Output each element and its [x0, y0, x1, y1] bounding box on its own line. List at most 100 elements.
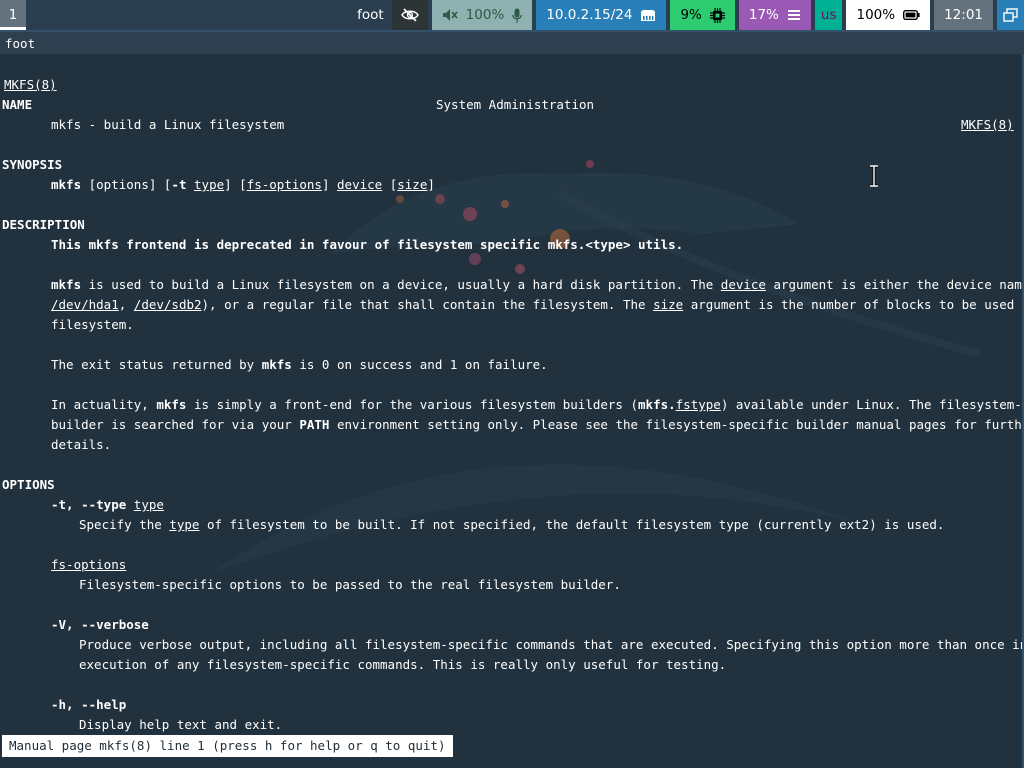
- synopsis-text: ]: [321, 177, 338, 192]
- terminal-area[interactable]: MKFS(8) System Administration MKFS(8) NA…: [0, 54, 1024, 768]
- synopsis-device: device: [337, 177, 383, 192]
- man-header-left: MKFS(8): [4, 77, 57, 92]
- synopsis-text: [: [382, 177, 398, 192]
- device-path: /dev/sdb2: [133, 297, 202, 312]
- ethernet-icon: [640, 9, 656, 22]
- synopsis-size: size: [397, 177, 428, 192]
- description-paragraph-1-line-2: /dev/hda1, /dev/sdb2), or a regular file…: [51, 295, 1022, 315]
- window-switcher-icon: [1003, 8, 1018, 22]
- device-path: /dev/hda1: [51, 297, 119, 312]
- option-arg: type: [133, 497, 164, 512]
- option-help: -h, --help: [51, 697, 127, 712]
- synopsis-t-opt: -t: [171, 177, 187, 192]
- keyboard-layout: us: [820, 7, 837, 23]
- cmd-name: mkfs.: [638, 397, 676, 412]
- window-title-module: foot: [347, 0, 392, 30]
- option-verbose-description-line-1: Produce verbose output, including all fi…: [79, 637, 1024, 652]
- section-heading-name: NAME: [2, 97, 33, 112]
- cmd-name: mkfs: [51, 277, 82, 292]
- clock-time: 12:01: [944, 7, 983, 23]
- synopsis-cmd: mkfs: [51, 177, 82, 192]
- battery-module[interactable]: 100%: [846, 0, 931, 30]
- text: ) available under Linux. The filesystem-…: [720, 397, 1022, 412]
- description-paragraph-2: The exit status returned by mkfs is 0 on…: [51, 355, 548, 375]
- text: ,: [118, 297, 134, 312]
- option-help-description: Display help text and exit.: [79, 717, 283, 732]
- cmd-name: mkfs: [156, 397, 187, 412]
- window-switcher-button[interactable]: [997, 0, 1024, 30]
- fstype-arg: fstype: [675, 397, 721, 412]
- option-arg: type: [169, 517, 200, 532]
- text: environment setting only. Please see the…: [329, 417, 1024, 432]
- man-header-center: System Administration: [436, 97, 595, 112]
- synopsis-type: type: [194, 177, 225, 192]
- man-header-right: MKFS(8): [961, 117, 1014, 132]
- section-heading-description: DESCRIPTION: [2, 217, 85, 232]
- man-header: MKFS(8) System Administration MKFS(8): [2, 55, 1014, 132]
- section-heading-synopsis: SYNOPSIS: [2, 157, 63, 172]
- clock-module[interactable]: 12:01: [934, 0, 993, 30]
- network-module[interactable]: 10.0.2.15/24: [536, 0, 667, 30]
- text: is 0 on success and 1 on failure.: [291, 357, 548, 372]
- memory-usage: 17%: [748, 7, 779, 23]
- speaker-muted-icon: [442, 8, 458, 22]
- description-paragraph-3-line-1: In actuality, mkfs is simply a front-end…: [51, 395, 1022, 415]
- option-type-description: Specify the type of filesystem to be bui…: [79, 515, 944, 535]
- text: argument is the number of blocks to be u…: [690, 297, 1022, 312]
- network-address: 10.0.2.15/24: [546, 7, 633, 23]
- text: Specify the: [79, 517, 170, 532]
- audio-module[interactable]: 100%: [431, 0, 533, 30]
- description-paragraph-1-line-1: mkfs is used to build a Linux filesystem…: [51, 275, 1022, 295]
- text: is used to build a Linux filesystem on a…: [81, 277, 721, 292]
- text: is simply a front-end for the various fi…: [186, 397, 639, 412]
- text-cursor-icon: [870, 165, 878, 187]
- window-titlebar[interactable]: foot: [0, 30, 1024, 54]
- idle-inhibitor-button[interactable]: [391, 0, 428, 30]
- text: ), or a regular file that shall contain …: [201, 297, 654, 312]
- volume-value: 100%: [465, 7, 505, 23]
- synopsis-text: ]: [427, 177, 435, 192]
- cpu-chip-icon: [709, 7, 725, 23]
- battery-level: 100%: [856, 7, 896, 23]
- text: The exit status returned by: [51, 357, 262, 372]
- text: [126, 497, 134, 512]
- memory-module[interactable]: 17%: [738, 0, 811, 30]
- cpu-usage: 9%: [680, 7, 702, 23]
- battery-full-icon: [903, 10, 920, 20]
- pager-status-line: Manual page mkfs(8) line 1 (press h for …: [2, 735, 453, 757]
- cmd-name: mkfs: [261, 357, 292, 372]
- active-window-title: foot: [357, 7, 384, 23]
- synopsis-line: mkfs [options] [-t type] [fs-options] de…: [51, 175, 435, 195]
- synopsis-text: [options] [: [81, 177, 172, 192]
- option-fs-options-description: Filesystem-specific options to be passed…: [79, 577, 621, 592]
- option-verbose-description-line-2: execution of any filesystem-specific com…: [79, 657, 727, 672]
- text: builder is searched for via your: [51, 417, 300, 432]
- size-arg: size: [653, 297, 684, 312]
- option-type: -t, --type type: [51, 495, 164, 515]
- description-paragraph-3-line-3: details.: [51, 437, 112, 452]
- text: argument is either the device name (e.g.…: [773, 277, 1022, 292]
- deprecation-notice: This mkfs frontend is deprecated in favo…: [51, 237, 684, 252]
- name-text: mkfs - build a Linux filesystem: [51, 117, 285, 132]
- memory-icon: [787, 9, 801, 21]
- microphone-icon: [512, 8, 523, 23]
- top-bar: 1 foot 100% 10.0.2.15/24 9% 17% us 100% …: [0, 0, 1024, 30]
- keyboard-layout-module[interactable]: us: [814, 0, 843, 30]
- text: In actuality,: [51, 397, 157, 412]
- device-arg: device: [720, 277, 766, 292]
- option-verbose: -V, --verbose: [51, 617, 149, 632]
- eye-slash-icon: [400, 8, 419, 22]
- option-flag: -t, --type: [51, 497, 127, 512]
- section-heading-options: OPTIONS: [2, 477, 55, 492]
- description-paragraph-3-line-2: builder is searched for via your PATH en…: [51, 415, 1024, 435]
- description-paragraph-1-line-3: filesystem.: [51, 317, 134, 332]
- text: of filesystem to be built. If not specif…: [199, 517, 945, 532]
- cpu-module[interactable]: 9%: [670, 0, 735, 30]
- window-title: foot: [5, 36, 36, 51]
- synopsis-text: [186, 177, 194, 192]
- workspace-button[interactable]: 1: [0, 0, 26, 30]
- synopsis-text: ] [: [224, 177, 247, 192]
- env-var: PATH: [299, 417, 330, 432]
- option-fs-options: fs-options: [51, 557, 127, 572]
- synopsis-fs-options: fs-options: [246, 177, 322, 192]
